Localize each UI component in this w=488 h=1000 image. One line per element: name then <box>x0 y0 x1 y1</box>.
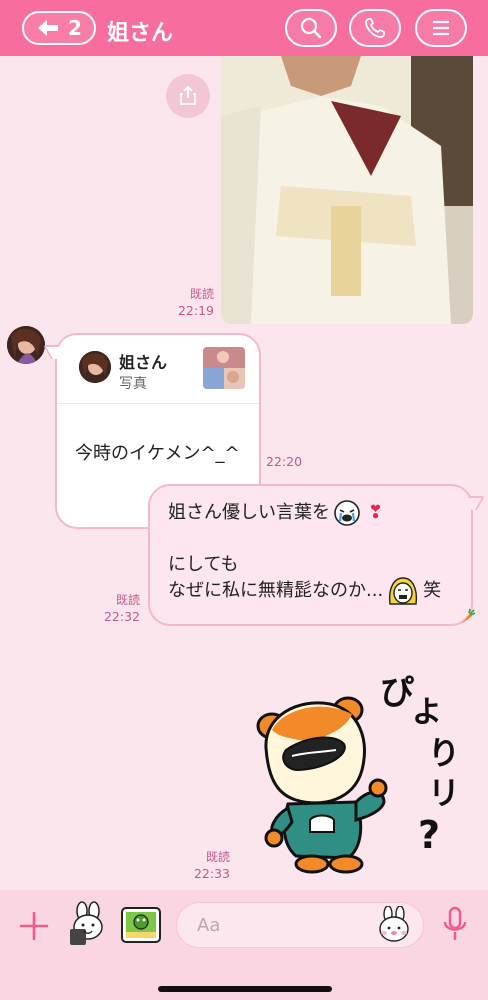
kimono-photo <box>221 56 473 324</box>
message-time: 22:20 <box>266 454 303 469</box>
message-time: 22:19 <box>177 303 214 318</box>
read-receipt: 既読 <box>205 850 230 864</box>
share-button[interactable] <box>166 74 210 118</box>
chat-title: 姐さん <box>107 21 174 46</box>
menu-button[interactable] <box>415 9 467 47</box>
photo-picker-icon[interactable] <box>120 906 162 944</box>
carrot-emoji-icon <box>461 608 476 624</box>
sticker-text-end: ? <box>418 813 440 857</box>
read-receipt: 既読 <box>189 287 214 301</box>
quote-type-label: 写真 <box>119 376 147 392</box>
sticker-text-mid: り <box>428 734 460 772</box>
quote-thumbnail <box>203 347 245 389</box>
message-time: 22:32 <box>103 609 140 624</box>
sticker-picker-icon[interactable] <box>66 901 110 947</box>
message-input-placeholder: Aa <box>197 915 221 936</box>
search-button[interactable] <box>285 9 337 47</box>
emoji-sticker-icon[interactable] <box>375 906 413 944</box>
back-arrow-icon <box>38 20 59 36</box>
reply-text: 今時のイケメン^_^ <box>75 443 240 464</box>
sticker-message[interactable]: ぴ よ り リ ? <box>252 652 474 876</box>
sent-text-line3-suffix: 笑 <box>423 580 442 601</box>
sticker-text-top2: よ <box>412 695 442 730</box>
share-icon <box>180 85 196 105</box>
microphone-icon[interactable] <box>440 904 470 944</box>
back-button[interactable]: 2 <box>22 11 96 45</box>
message-input[interactable]: Aa <box>176 902 424 948</box>
photo-message[interactable] <box>221 56 473 324</box>
sticker-text-top: ぴ <box>380 673 414 713</box>
crying-face-emoji-icon <box>334 500 360 526</box>
hamster-sticker: ぴ よ り リ ? <box>256 673 460 874</box>
message-time: 22:33 <box>193 866 230 881</box>
phone-icon <box>365 18 385 38</box>
sticker-text-mid2: リ <box>428 774 460 812</box>
chat-area[interactable]: 既読 22:19 姐さん 写真 今時のイケメン^_^ 22:20 既読 22:3… <box>0 56 488 890</box>
sent-text-line2: にしても <box>168 554 239 575</box>
sent-text-line1: 姐さん優しい言葉を <box>168 502 330 523</box>
quote-sender-name: 姐さん <box>119 353 168 372</box>
call-button[interactable] <box>349 9 401 47</box>
sent-text-line3: なぜに私に無精髭なのか... <box>168 580 384 601</box>
unread-count: 2 <box>68 16 82 40</box>
blonde-girl-emoji-icon <box>389 577 418 605</box>
plus-icon[interactable] <box>18 910 50 942</box>
menu-icon <box>433 20 449 36</box>
contact-avatar[interactable] <box>7 326 45 364</box>
search-icon <box>300 17 322 39</box>
heart-emoji-icon: ❣ <box>368 502 384 523</box>
home-indicator <box>158 986 332 992</box>
input-bar: Aa <box>0 890 488 1000</box>
read-receipt: 既読 <box>115 593 140 607</box>
avatar-image <box>7 326 45 364</box>
sent-bubble[interactable]: 姐さん優しい言葉を ❣ にしても なぜに私に無精髭なのか... 笑 <box>148 484 486 626</box>
chat-header: 2 姐さん <box>0 0 488 56</box>
quote-avatar <box>79 351 111 383</box>
